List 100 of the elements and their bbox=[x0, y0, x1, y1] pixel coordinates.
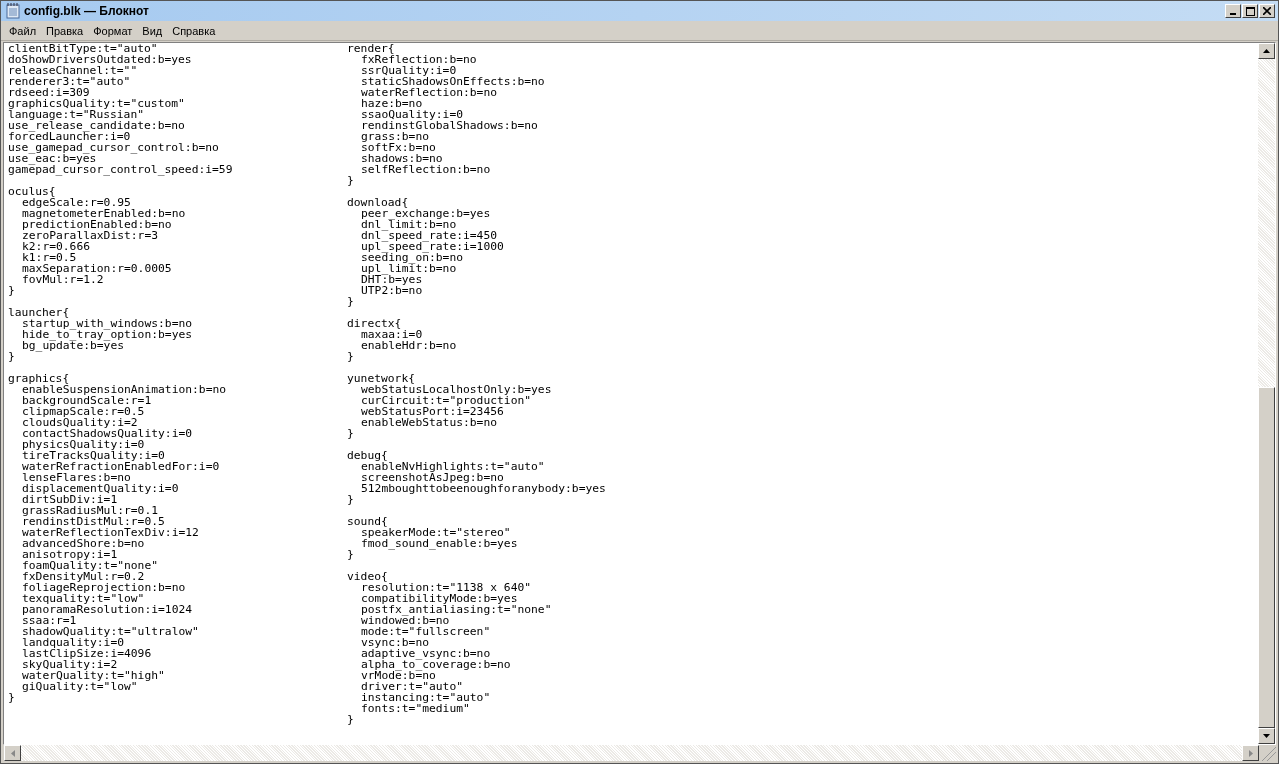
code-line: maxaa:i=0 bbox=[361, 329, 424, 340]
code-line: tireTracksQuality:i=0 bbox=[21, 450, 166, 461]
code-line: } bbox=[8, 285, 16, 296]
code-line: screenshotAsJpeg:b=no bbox=[360, 472, 504, 483]
menu-item[interactable]: Формат bbox=[88, 24, 138, 37]
code-line: renderer3:t="auto" bbox=[8, 76, 132, 87]
code-line: forcedLauncher:i=0 bbox=[8, 131, 131, 142]
close-button[interactable] bbox=[1259, 4, 1275, 18]
code-line: ssaa:r=1 bbox=[21, 615, 77, 626]
minimize-button[interactable] bbox=[1225, 4, 1241, 18]
code-line: } bbox=[8, 351, 16, 362]
menu-item[interactable]: Справка bbox=[167, 24, 221, 37]
code-line: instancing:t="auto" bbox=[360, 692, 492, 703]
code-line: lastClipSize:i=4096 bbox=[21, 648, 153, 659]
menu-item[interactable]: Файл bbox=[4, 24, 42, 37]
code-line: physicsQuality:i=0 bbox=[21, 439, 145, 450]
code-line: rdseed:i=309 bbox=[8, 87, 91, 98]
code-line: bg_update:b=yes bbox=[21, 340, 125, 351]
horizontal-scrollbar[interactable] bbox=[4, 745, 1259, 761]
code-line: magnetometerEnabled:b=no bbox=[21, 208, 187, 219]
code-line: sound{ bbox=[347, 516, 388, 527]
code-line: enableHdr:b=no bbox=[360, 340, 458, 351]
code-line: giQuality:t="low" bbox=[21, 681, 138, 692]
code-line: oculus{ bbox=[8, 186, 56, 197]
code-line: startup_with_windows:b=no bbox=[22, 318, 194, 329]
code-line: foamQuality:t="none" bbox=[21, 560, 160, 571]
code-line: webStatusPort:i=23456 bbox=[360, 406, 504, 417]
code-line: } bbox=[347, 549, 355, 560]
code-line: shadowQuality:t="ultralow" bbox=[21, 626, 200, 637]
code-line: } bbox=[347, 296, 355, 307]
vertical-scrollbar[interactable] bbox=[1258, 43, 1275, 744]
code-line: } bbox=[347, 351, 355, 362]
code-line: video{ bbox=[347, 571, 388, 582]
code-line: gamepad_cursor_control_speed:i=59 bbox=[8, 164, 234, 175]
code-line: doShowDriversOutdated:b=yes bbox=[8, 54, 193, 65]
code-line: language:t="Russian" bbox=[8, 109, 145, 120]
code-line: softFx:b=no bbox=[360, 142, 437, 153]
code-line: } bbox=[347, 428, 355, 439]
code-line: driver:t="auto" bbox=[360, 681, 465, 692]
code-line: grass:b=no bbox=[360, 131, 430, 142]
code-line: contactShadowsQuality:i=0 bbox=[21, 428, 194, 439]
code-line: haze:b=no bbox=[360, 98, 424, 109]
code-line: anisotropy:i=1 bbox=[21, 549, 119, 560]
code-line: fonts:t="medium" bbox=[360, 703, 470, 714]
code-line: } bbox=[347, 175, 355, 186]
code-line: advancedShore:b=no bbox=[21, 538, 146, 549]
code-line: waterReflectionTexDiv:i=12 bbox=[21, 527, 200, 538]
code-line: rendinstDistMul:r=0.5 bbox=[21, 516, 166, 527]
code-line: graphics{ bbox=[8, 373, 71, 384]
resize-grip-icon[interactable] bbox=[1259, 745, 1276, 761]
code-line: dirtSubDiv:i=1 bbox=[21, 494, 118, 505]
code-line: skyQuality:i=2 bbox=[21, 659, 118, 670]
maximize-button[interactable] bbox=[1242, 4, 1258, 18]
code-line: clientBitType:t="auto" bbox=[8, 43, 159, 54]
code-line: upl_limit:b=no bbox=[360, 263, 457, 274]
window-title: config.blk — Блокнот bbox=[24, 4, 149, 18]
code-line: waterReflection:b=no bbox=[360, 87, 499, 98]
code-line: } bbox=[347, 494, 355, 505]
code-line: upl_speed_rate:i=1000 bbox=[360, 241, 505, 252]
code-line: use_eac:b=yes bbox=[8, 153, 97, 164]
maximize-icon bbox=[1245, 6, 1255, 16]
code-line: UTP2:b=no bbox=[360, 285, 424, 296]
code-line: webStatusLocalhostOnly:b=yes bbox=[361, 384, 553, 395]
code-line: enableWebStatus:b=no bbox=[360, 417, 499, 428]
code-line: fxDensityMul:r=0.2 bbox=[21, 571, 145, 582]
code-line: shadows:b=no bbox=[360, 153, 444, 164]
code-line: vrMode:b=no bbox=[360, 670, 436, 681]
code-line: enableSuspensionAnimation:b=no bbox=[22, 384, 228, 395]
code-line: k1:r=0.5 bbox=[21, 252, 78, 263]
code-line: predictionEnabled:b=no bbox=[21, 219, 172, 230]
code-line: hide_to_tray_option:b=yes bbox=[21, 329, 194, 340]
code-line: texquality:t="low" bbox=[21, 593, 145, 604]
code-line: launcher{ bbox=[8, 307, 70, 318]
code-line: fovMul:r=1.2 bbox=[21, 274, 104, 285]
code-line: adaptive_vsync:b=no bbox=[360, 648, 492, 659]
code-line: foliageReprojection:b=no bbox=[21, 582, 187, 593]
code-line: seeding_on:b=no bbox=[360, 252, 464, 263]
code-line: ssrQuality:i=0 bbox=[360, 65, 458, 76]
scrollbar-thumb[interactable] bbox=[1258, 386, 1275, 728]
code-line: mode:t="fullscreen" bbox=[360, 626, 492, 637]
close-icon bbox=[1263, 7, 1271, 15]
code-line: } bbox=[8, 692, 16, 703]
menu-item[interactable]: Вид bbox=[137, 24, 168, 37]
code-line: staticShadowsOnEffects:b=no bbox=[360, 76, 546, 87]
code-line: debug{ bbox=[347, 450, 389, 461]
code-line: maxSeparation:r=0.0005 bbox=[21, 263, 173, 274]
code-line: ssaoQuality:i=0 bbox=[360, 109, 465, 120]
code-line: dnl_limit:b=no bbox=[360, 219, 457, 230]
code-line: landquality:i=0 bbox=[21, 637, 125, 648]
menu-item[interactable]: Правка bbox=[41, 24, 89, 37]
code-line: render{ bbox=[347, 43, 395, 54]
code-line: windowed:b=no bbox=[360, 615, 450, 626]
code-line: k2:r=0.666 bbox=[21, 241, 91, 252]
code-line: panoramaResolution:i=1024 bbox=[21, 604, 194, 615]
code-line: fmod_sound_enable:b=yes bbox=[360, 538, 519, 549]
code-line: download{ bbox=[347, 197, 409, 208]
code-line: cloudsQuality:i=2 bbox=[21, 417, 138, 428]
code-line: graphicsQuality:t="custom" bbox=[8, 98, 186, 109]
code-line: directx{ bbox=[347, 318, 402, 329]
code-line: waterRefractionEnabledFor:i=0 bbox=[21, 461, 221, 472]
